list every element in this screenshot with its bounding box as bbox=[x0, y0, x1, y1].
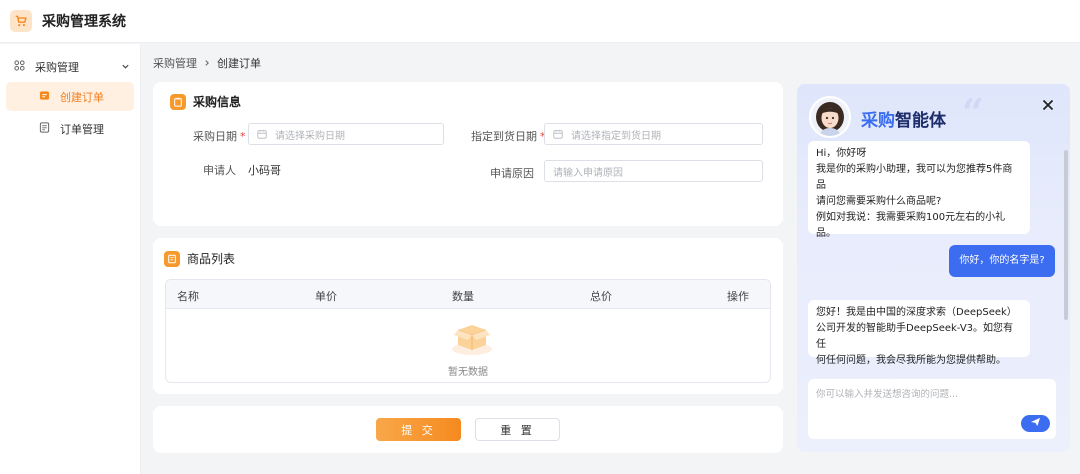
message-line: 何任何问题，我会尽我所能为您提供帮助。 bbox=[816, 355, 1006, 366]
delivery-date-picker[interactable]: 请选择指定到货日期 bbox=[544, 123, 763, 145]
message-line: 请问您需要采购什么商品呢? bbox=[816, 196, 942, 207]
reset-button[interactable]: 重 置 bbox=[475, 418, 560, 441]
sidebar-group-purchase[interactable]: 采购管理 bbox=[0, 54, 140, 80]
assistant-avatar bbox=[809, 96, 851, 138]
column-header: 名称 bbox=[177, 290, 199, 303]
message-line: 品。 bbox=[816, 228, 836, 239]
product-table: 名称 单价 数量 总价 操作 暂无数据 bbox=[165, 279, 771, 383]
sidebar: 采购管理 创建订单 订单管理 bbox=[0, 44, 141, 474]
submit-button[interactable]: 提 交 bbox=[376, 418, 461, 441]
table-header: 名称 单价 数量 总价 操作 bbox=[166, 280, 770, 309]
sidebar-item-label: 创建订单 bbox=[60, 90, 104, 104]
purchase-info-header: 采购信息 bbox=[170, 93, 241, 110]
sidebar-item-create-order[interactable]: 创建订单 bbox=[6, 82, 134, 111]
breadcrumb-current: 创建订单 bbox=[217, 57, 261, 70]
section-title: 商品列表 bbox=[187, 252, 236, 266]
sidebar-item-label: 订单管理 bbox=[60, 122, 104, 136]
chat-scrollbar[interactable] bbox=[1064, 150, 1068, 320]
column-header: 操作 bbox=[727, 290, 749, 303]
column-header: 总价 bbox=[590, 290, 612, 303]
order-icon bbox=[39, 90, 50, 104]
purchase-info-card: 采购信息 采购日期 * 请选择采购日期 指定到货日期 * 请选择指定到货日期 申请人… bbox=[153, 82, 783, 226]
grid-icon bbox=[14, 60, 25, 74]
message-line: 例如对我说：我需要采购100元左右的小礼 bbox=[816, 212, 1006, 223]
chat-panel: 采购智能体 “ Hi，你好呀 我是你的采购小助理，我可以为您推荐5件商品 请问您… bbox=[797, 84, 1070, 452]
empty-text: 暂无数据 bbox=[448, 367, 488, 378]
column-header: 单价 bbox=[315, 290, 337, 303]
reason-label: 申请原因 bbox=[490, 167, 534, 180]
message-line: 你好，你的名字是? bbox=[959, 255, 1045, 266]
applicant-value: 小码哥 bbox=[248, 164, 281, 177]
breadcrumb: 采购管理 创建订单 bbox=[153, 55, 261, 71]
purchase-date-label: 采购日期 * bbox=[193, 130, 246, 143]
breadcrumb-parent[interactable]: 采购管理 bbox=[153, 55, 197, 71]
document-icon bbox=[39, 121, 50, 136]
send-button[interactable] bbox=[1021, 415, 1050, 432]
cart-icon bbox=[10, 10, 32, 32]
message-line: Hi，你好呀 bbox=[816, 148, 867, 159]
chat-input[interactable]: 你可以输入并发送想咨询的问题... bbox=[808, 379, 1056, 439]
top-bar: 采购管理系统 bbox=[0, 0, 1080, 43]
section-title: 采购信息 bbox=[193, 95, 242, 109]
calendar-icon bbox=[553, 129, 563, 139]
list-icon bbox=[164, 250, 180, 267]
message-line: 公司开发的智能助手DeepSeek-V3。如您有任 bbox=[816, 323, 1014, 350]
message-line: 您好！我是由中国的深度求索（DeepSeek） bbox=[816, 307, 1017, 318]
delivery-date-label: 指定到货日期 * bbox=[471, 130, 546, 143]
chat-title: 采购智能体 bbox=[861, 111, 946, 131]
close-icon[interactable] bbox=[1042, 96, 1054, 115]
applicant-label: 申请人 bbox=[203, 164, 236, 177]
message-line: 我是你的采购小助理，我可以为您推荐5件商品 bbox=[816, 164, 1013, 191]
user-message: 你好，你的名字是? bbox=[949, 245, 1055, 277]
quote-icon: “ bbox=[962, 90, 984, 135]
send-icon bbox=[1030, 417, 1041, 430]
chevron-down-icon bbox=[121, 61, 130, 74]
clipboard-icon bbox=[170, 93, 186, 110]
sidebar-item-order-management[interactable]: 订单管理 bbox=[6, 114, 134, 143]
assistant-message: 您好！我是由中国的深度求索（DeepSeek） 公司开发的智能助手DeepSee… bbox=[808, 300, 1030, 366]
product-list-header: 商品列表 bbox=[164, 250, 235, 267]
reason-input[interactable]: 请输入申请原因 bbox=[544, 160, 763, 182]
actions-card: 提 交 重 置 bbox=[153, 406, 783, 453]
empty-box-icon bbox=[448, 316, 496, 361]
assistant-message: Hi，你好呀 我是你的采购小助理，我可以为您推荐5件商品 请问您需要采购什么商品… bbox=[808, 141, 1030, 239]
sidebar-group-label: 采购管理 bbox=[35, 61, 79, 74]
purchase-date-picker[interactable]: 请选择采购日期 bbox=[248, 123, 444, 145]
column-header: 数量 bbox=[452, 290, 474, 303]
app-title: 采购管理系统 bbox=[42, 14, 126, 30]
product-list-card: 商品列表 名称 单价 数量 总价 操作 暂无数据 bbox=[153, 238, 783, 394]
calendar-icon bbox=[257, 129, 267, 139]
chevron-right-icon bbox=[203, 57, 211, 70]
